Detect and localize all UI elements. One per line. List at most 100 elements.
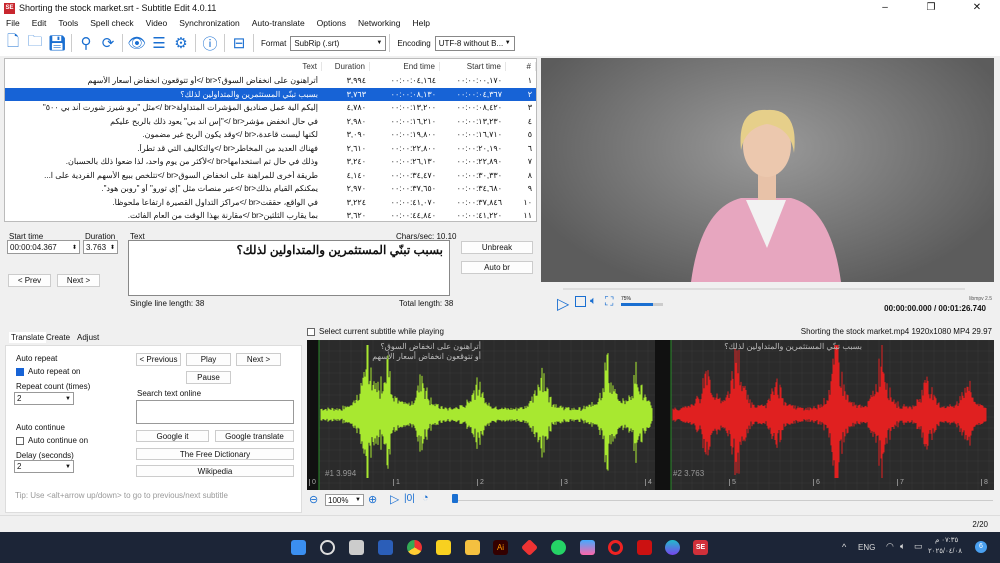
wifi-icon[interactable]: ◠ xyxy=(886,541,894,552)
table-row[interactable]: فهناك العديد من المخاطر<br />والتكاليف ا… xyxy=(5,142,536,156)
volume-icon[interactable]: 🔈︎ xyxy=(590,295,597,308)
table-row[interactable]: أتراهنون على انخفاض السوق؟<br />أو تتوقع… xyxy=(5,74,536,88)
table-row[interactable]: بما يقارب الثلثين<br />مقارنة بهذا الوقت… xyxy=(5,209,536,221)
speed-gauge-icon[interactable]: ◔ xyxy=(422,492,429,504)
sticky-notes-icon[interactable] xyxy=(436,540,451,555)
layout-icon[interactable]: ⊟ xyxy=(228,32,250,54)
chrome-icon[interactable] xyxy=(407,540,422,555)
chevron-up-icon[interactable]: ^ xyxy=(842,542,846,552)
menu-options[interactable]: Options xyxy=(311,16,352,30)
language-indicator[interactable]: ENG xyxy=(858,543,875,552)
tab-translate[interactable]: Translate xyxy=(9,332,47,343)
task-view-icon[interactable] xyxy=(349,540,364,555)
replace-icon[interactable]: ⟳ xyxy=(97,32,119,54)
next-subtitle-button[interactable]: Next > xyxy=(236,353,281,366)
clock-time[interactable]: ٠٧:٣٥ م xyxy=(935,536,958,544)
spinner-icon[interactable]: ⬍ xyxy=(72,244,77,251)
slider-thumb[interactable] xyxy=(452,494,458,503)
video-player[interactable] xyxy=(541,58,994,282)
close-button[interactable]: ✕ xyxy=(954,0,1000,16)
menu-synchronization[interactable]: Synchronization xyxy=(173,16,245,30)
table-row[interactable]: وذلك في حال تم استخدامها<br />لأكثر من ي… xyxy=(5,155,536,169)
header-text[interactable]: Text xyxy=(5,62,322,71)
menu-edit[interactable]: Edit xyxy=(26,16,53,30)
tab-create[interactable]: Create xyxy=(46,333,70,342)
start-icon[interactable] xyxy=(291,540,306,555)
google-translate-button[interactable]: Google translate xyxy=(215,430,294,442)
speaker-icon[interactable]: 🔈︎ xyxy=(900,541,905,552)
header-start[interactable]: Start time xyxy=(440,62,506,71)
menu-video[interactable]: Video xyxy=(140,16,174,30)
zoom-out-icon[interactable]: ⊖ xyxy=(309,493,318,506)
spell-check-icon[interactable]: ☰ xyxy=(148,32,170,54)
format-select[interactable]: SubRip (.srt) ▼ xyxy=(290,35,387,51)
select-while-playing-checkbox[interactable]: Select current subtitle while playing xyxy=(307,327,444,336)
subtitle-edit-taskbar-icon[interactable]: SE xyxy=(693,540,708,555)
anydesk-icon[interactable] xyxy=(521,539,538,556)
auto-br-button[interactable]: Auto br xyxy=(461,261,533,274)
settings-gear-icon[interactable]: ⚙ xyxy=(170,32,192,54)
open-folder-icon[interactable]: 🗀 xyxy=(24,32,46,54)
word-icon[interactable] xyxy=(378,540,393,555)
acrobat-icon[interactable] xyxy=(637,540,652,555)
table-row[interactable]: إليكم آلية عمل صناديق المؤشرات المتداولة… xyxy=(5,101,536,115)
volume-slider[interactable] xyxy=(621,303,663,306)
search-text-input[interactable] xyxy=(136,400,294,424)
checkbox-icon[interactable] xyxy=(16,436,24,445)
menu-networking[interactable]: Networking xyxy=(352,16,407,30)
header-number[interactable]: # xyxy=(506,62,536,71)
audio-waveform[interactable]: أتراهنون على انخفاض السوق؟ أو تتوقعون ان… xyxy=(306,339,994,490)
visual-sync-icon[interactable]: 👁︎ xyxy=(126,32,148,54)
whatsapp-icon[interactable] xyxy=(551,540,566,555)
spinner-icon[interactable]: ⬍ xyxy=(110,244,115,251)
illustrator-icon[interactable]: Ai xyxy=(493,540,508,555)
pause-button[interactable]: Pause xyxy=(186,371,231,384)
zoom-in-icon[interactable]: ⊕ xyxy=(368,493,377,506)
search-icon[interactable]: ⚲ xyxy=(75,32,97,54)
table-row[interactable]: لكنها ليست قاعدة،<br />وقد يكون الربح غي… xyxy=(5,128,536,142)
prev-button[interactable]: < Prev xyxy=(8,274,51,287)
tab-adjust[interactable]: Adjust xyxy=(77,333,99,342)
search-icon[interactable] xyxy=(320,540,335,555)
minimize-button[interactable]: – xyxy=(862,0,908,16)
copilot-icon[interactable] xyxy=(580,540,595,555)
table-row[interactable]: في حال انخفض مؤشر<br />"إس آند بي" يعود … xyxy=(5,115,536,129)
menu-spell-check[interactable]: Spell check xyxy=(84,16,139,30)
delay-select[interactable]: 2 ▼ xyxy=(14,460,74,473)
encoding-select[interactable]: UTF-8 without B... ▼ xyxy=(434,35,515,51)
waveform-zoom-select[interactable]: 100% ▼ xyxy=(325,494,364,506)
waveform-position-slider[interactable] xyxy=(455,500,993,501)
center-icon[interactable]: |0| xyxy=(404,493,415,504)
auto-repeat-checkbox[interactable]: Auto repeat on xyxy=(16,367,80,376)
save-icon[interactable]: 💾︎ xyxy=(46,32,68,54)
notification-badge[interactable]: 6 xyxy=(975,541,987,553)
menu-tools[interactable]: Tools xyxy=(52,16,84,30)
free-dictionary-button[interactable]: The Free Dictionary xyxy=(136,448,294,460)
auto-continue-checkbox[interactable]: Auto continue on xyxy=(16,436,88,445)
new-file-icon[interactable]: 🗋 xyxy=(2,32,24,54)
play-button[interactable]: Play xyxy=(186,353,231,366)
checkbox-icon[interactable] xyxy=(307,327,315,336)
help-icon[interactable]: ⓘ xyxy=(199,32,221,54)
unbreak-button[interactable]: Unbreak xyxy=(461,241,533,254)
fullscreen-icon[interactable]: ⛶ xyxy=(605,294,613,309)
maximize-button[interactable]: ❐ xyxy=(908,0,954,16)
play-selection-icon[interactable]: ▷ xyxy=(390,492,399,506)
duration-input[interactable]: 3.763 ⬍ xyxy=(83,240,118,254)
repeat-count-select[interactable]: 2 ▼ xyxy=(14,392,74,405)
play-icon[interactable]: ▷ xyxy=(557,294,569,314)
video-seek-bar[interactable] xyxy=(563,288,965,290)
google-it-button[interactable]: Google it xyxy=(136,430,209,442)
subtitle-text-input[interactable]: بسبب تبنّي المستثمرين والمتداولين لذلك؟ xyxy=(128,240,450,296)
table-row[interactable]: يمكنكم القيام بذلك<br />عبر منصات مثل "إ… xyxy=(5,182,536,196)
checkbox-checked-icon[interactable] xyxy=(16,367,24,376)
wikipedia-button[interactable]: Wikipedia xyxy=(136,465,294,477)
stop-icon[interactable] xyxy=(575,296,586,307)
table-row[interactable]: في الواقع، حققت<br />مراكز التداول القصي… xyxy=(5,196,536,210)
subtitle-grid[interactable]: Text Duration End time Start time # أترا… xyxy=(4,58,537,222)
header-end[interactable]: End time xyxy=(370,62,440,71)
menu-help[interactable]: Help xyxy=(407,16,436,30)
menu-auto-translate[interactable]: Auto-translate xyxy=(246,16,311,30)
opera-icon[interactable] xyxy=(608,540,623,555)
battery-icon[interactable]: ▭ xyxy=(914,541,923,552)
